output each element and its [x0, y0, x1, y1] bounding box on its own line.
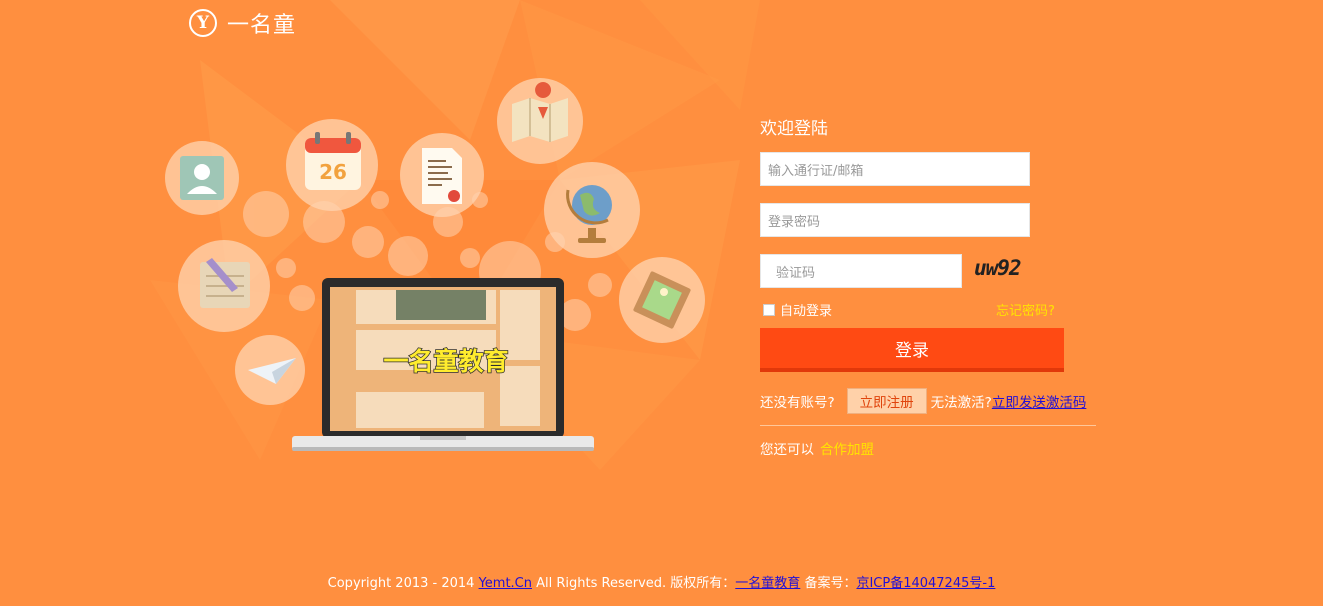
paper-plane-icon: [235, 335, 305, 405]
picture-frame-icon: [619, 257, 705, 343]
copyright-text: Copyright 2013 - 2014: [327, 576, 479, 591]
register-button[interactable]: 立即注册: [846, 388, 927, 414]
site-link[interactable]: Yemt.Cn: [479, 576, 532, 591]
contact-card-icon: [165, 141, 239, 215]
rights-text: All Rights Reserved. 版权所有：: [532, 576, 736, 591]
remember-checkbox[interactable]: [763, 303, 775, 316]
notepad-pencil-icon: [178, 240, 270, 332]
calendar-icon: 26: [286, 119, 378, 211]
globe-icon: [544, 162, 640, 258]
send-activation-link[interactable]: 立即发送激活码: [992, 391, 1087, 411]
no-account-text: 还没有账号?: [760, 395, 835, 411]
partner-link[interactable]: 合作加盟: [820, 442, 874, 458]
username-field[interactable]: 输入通行证/邮箱: [760, 152, 1030, 186]
svg-text:一名童教育: 一名童教育: [383, 347, 508, 376]
svg-text:26: 26: [319, 160, 347, 184]
login-button[interactable]: 登录: [760, 328, 1064, 372]
hero-illustration: 26 一名童教育: [165, 78, 705, 451]
laptop-illustration: 一名童教育: [292, 278, 594, 451]
captcha-field[interactable]: 验证码: [760, 254, 962, 288]
remember-label: 自动登录: [780, 304, 833, 319]
forgot-password-link[interactable]: 忘记密码?: [996, 300, 1055, 319]
login-title: 欢迎登陆: [760, 119, 828, 139]
password-field[interactable]: 登录密码: [760, 203, 1030, 237]
icp-link[interactable]: 京ICP备14047245号-1: [856, 576, 995, 591]
certificate-icon: [400, 133, 484, 217]
partner-prefix: 您还可以: [760, 442, 814, 458]
partner-row: 您还可以 合作加盟: [760, 438, 874, 458]
map-icon: [497, 78, 583, 164]
register-row: 还没有账号? 立即注册 无法激活? 立即发送激活码: [760, 388, 1086, 414]
footer: Copyright 2013 - 2014 Yemt.Cn All Rights…: [0, 572, 1323, 591]
divider: [760, 425, 1096, 426]
cannot-activate-text: 无法激活?: [930, 395, 992, 411]
remember-me[interactable]: 自动登录: [763, 300, 832, 319]
owner-link[interactable]: 一名童教育: [735, 576, 800, 591]
icp-prefix: 备案号：: [800, 576, 857, 591]
captcha-image[interactable]: uw92: [974, 254, 1030, 282]
